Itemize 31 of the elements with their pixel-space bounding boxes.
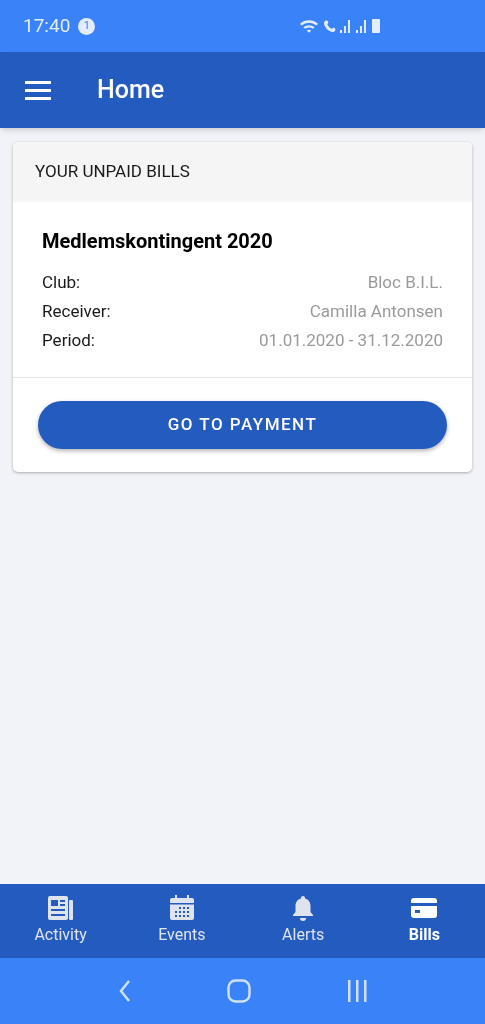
- nav-tab[interactable]: Alerts: [242, 884, 364, 958]
- recents-icon[interactable]: [345, 980, 368, 1002]
- card-header-title: YOUR UNPAID BILLS: [35, 160, 190, 184]
- signal-icon: [340, 19, 352, 33]
- payment-button[interactable]: GO TO PAYMENT: [38, 401, 447, 449]
- nav-tab-label: Alerts: [282, 924, 325, 946]
- field-label: Club:: [42, 270, 81, 294]
- field-value: 01.01.2020 - 31.12.2020: [259, 328, 443, 352]
- signal-icon: [356, 19, 368, 33]
- menu-icon: [25, 80, 51, 100]
- home-icon[interactable]: [227, 979, 252, 1003]
- nav-tab-label: Events: [158, 924, 206, 946]
- notification-count: 1: [78, 17, 96, 35]
- nav-tab-label: Activity: [34, 924, 87, 946]
- page-title: Home: [97, 74, 165, 107]
- field-label: Period:: [42, 328, 95, 352]
- nav-tab[interactable]: Events: [121, 884, 243, 958]
- newspaper-icon: [46, 895, 75, 921]
- credit-card-icon: [410, 895, 439, 921]
- status-time: 17:40: [23, 12, 71, 39]
- phone-icon: [322, 19, 336, 33]
- battery-icon: [372, 19, 380, 33]
- nav-tab[interactable]: Bills: [363, 884, 485, 958]
- nav-tab-label: Bills: [408, 924, 440, 946]
- field-value: Camilla Antonsen: [309, 299, 443, 323]
- bill-title: Medlemskontingent 2020: [42, 228, 274, 255]
- field-label: Receiver:: [42, 299, 111, 323]
- nav-tab[interactable]: Activity: [0, 884, 122, 958]
- wifi-icon: [300, 19, 318, 33]
- calendar-icon: [167, 895, 196, 921]
- field-value: Bloc B.I.L.: [367, 270, 443, 294]
